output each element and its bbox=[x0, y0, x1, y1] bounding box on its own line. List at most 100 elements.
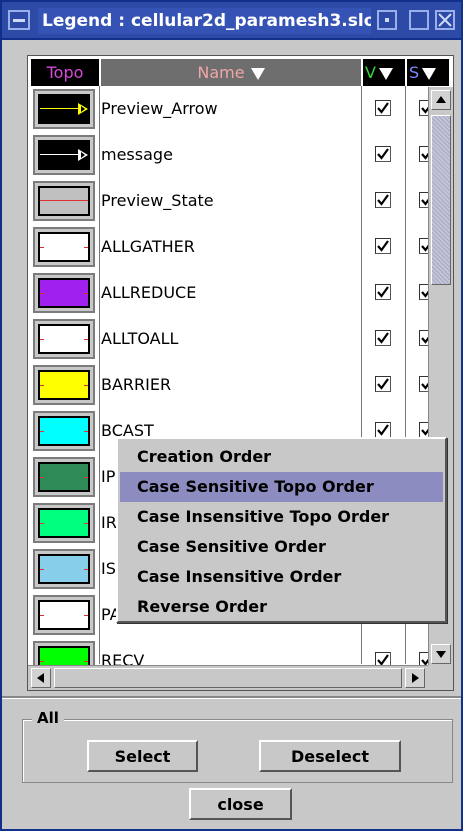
topo-swatch-fill bbox=[38, 416, 90, 446]
topo-swatch[interactable] bbox=[33, 273, 95, 313]
state-tick bbox=[40, 247, 44, 248]
state-line bbox=[40, 200, 88, 201]
state-tick bbox=[84, 247, 88, 248]
visible-checkbox[interactable] bbox=[375, 422, 391, 438]
column-header-searchable-label: S bbox=[409, 63, 420, 82]
horizontal-scroll-thumb[interactable] bbox=[54, 668, 402, 688]
topo-swatch[interactable] bbox=[33, 503, 95, 543]
topo-swatch-fill bbox=[38, 232, 90, 262]
window-menu-icon[interactable] bbox=[8, 10, 30, 30]
topo-swatch[interactable] bbox=[33, 457, 95, 497]
state-tick bbox=[40, 431, 44, 432]
visible-checkbox[interactable] bbox=[375, 192, 391, 208]
topo-swatch-fill bbox=[38, 324, 90, 354]
legend-row[interactable]: BARRIER bbox=[28, 362, 435, 408]
sort-triangle-icon bbox=[250, 67, 265, 80]
menu-item[interactable]: Case Insensitive Order bbox=[120, 562, 443, 592]
select-all-button[interactable]: Select bbox=[87, 740, 198, 772]
row-name[interactable]: BARRIER bbox=[101, 362, 171, 408]
column-header-name[interactable]: Name bbox=[101, 59, 361, 86]
topo-swatch[interactable] bbox=[33, 181, 95, 221]
topo-swatch-fill bbox=[38, 600, 90, 630]
state-tick bbox=[40, 385, 44, 386]
row-name[interactable]: ALLREDUCE bbox=[101, 270, 196, 316]
topo-swatch-fill bbox=[38, 554, 90, 584]
legend-row[interactable]: message bbox=[28, 132, 435, 178]
column-header-topo-label: Topo bbox=[46, 63, 84, 82]
scroll-up-button[interactable] bbox=[431, 90, 451, 110]
visible-checkbox[interactable] bbox=[375, 100, 391, 116]
close-button[interactable]: close bbox=[189, 788, 292, 820]
row-name[interactable]: ALLTOALL bbox=[101, 316, 178, 362]
scroll-down-button[interactable] bbox=[431, 644, 451, 664]
column-header-visible[interactable]: V bbox=[363, 59, 405, 86]
topo-swatch-fill bbox=[38, 186, 90, 216]
maximize-icon[interactable] bbox=[409, 10, 429, 30]
visible-checkbox[interactable] bbox=[375, 330, 391, 346]
visible-checkbox[interactable] bbox=[375, 376, 391, 392]
legend-window: Legend : cellular2d_paramesh3.slo Topo N… bbox=[0, 0, 463, 831]
state-tick bbox=[84, 615, 88, 616]
scroll-right-button[interactable] bbox=[405, 668, 425, 688]
column-header-topo[interactable]: Topo bbox=[31, 59, 99, 86]
topo-swatch[interactable] bbox=[33, 319, 95, 359]
menu-item[interactable]: Creation Order bbox=[120, 442, 443, 472]
topo-swatch-fill bbox=[38, 370, 90, 400]
topo-swatch[interactable] bbox=[33, 549, 95, 589]
arrow-line bbox=[40, 108, 82, 109]
topo-swatch[interactable] bbox=[33, 411, 95, 451]
divider bbox=[2, 696, 461, 699]
menu-item[interactable]: Case Insensitive Topo Order bbox=[120, 502, 443, 532]
menu-item[interactable]: Reverse Order bbox=[120, 592, 443, 622]
state-tick bbox=[84, 523, 88, 524]
minimize-icon[interactable] bbox=[377, 10, 397, 30]
horizontal-scrollbar[interactable] bbox=[28, 665, 428, 690]
close-icon[interactable] bbox=[435, 10, 455, 30]
sort-triangle-icon bbox=[378, 67, 393, 80]
menu-item[interactable]: Case Sensitive Order bbox=[120, 532, 443, 562]
row-name[interactable]: Preview_State bbox=[101, 178, 214, 224]
topo-swatch-fill bbox=[38, 94, 90, 124]
state-tick bbox=[84, 431, 88, 432]
topo-swatch[interactable] bbox=[33, 595, 95, 635]
arrowhead-hollow bbox=[81, 152, 85, 158]
state-tick bbox=[40, 339, 44, 340]
vertical-scroll-thumb[interactable] bbox=[431, 115, 451, 285]
visible-checkbox[interactable] bbox=[375, 284, 391, 300]
topo-swatch[interactable] bbox=[33, 227, 95, 267]
state-tick bbox=[84, 661, 88, 662]
state-tick bbox=[40, 477, 44, 478]
legend-row[interactable]: Preview_State bbox=[28, 178, 435, 224]
visible-checkbox[interactable] bbox=[375, 238, 391, 254]
topo-swatch-fill bbox=[38, 508, 90, 538]
state-tick bbox=[40, 661, 44, 662]
legend-row[interactable]: Preview_Arrow bbox=[28, 86, 435, 132]
legend-row[interactable]: ALLTOALL bbox=[28, 316, 435, 362]
state-tick bbox=[40, 615, 44, 616]
legend-row[interactable]: ALLGATHER bbox=[28, 224, 435, 270]
row-name[interactable]: message bbox=[101, 132, 173, 178]
sort-triangle-icon bbox=[422, 67, 437, 80]
row-name[interactable]: ALLGATHER bbox=[101, 224, 195, 270]
topo-swatch[interactable] bbox=[33, 365, 95, 405]
topo-swatch[interactable] bbox=[33, 135, 95, 175]
row-name[interactable]: Preview_Arrow bbox=[101, 86, 218, 132]
menu-item[interactable]: Case Sensitive Topo Order bbox=[120, 472, 443, 502]
scroll-corner bbox=[428, 665, 453, 690]
state-tick bbox=[84, 339, 88, 340]
topo-swatch-fill bbox=[38, 462, 90, 492]
sort-context-menu: Creation Order Case Sensitive Topo Order C… bbox=[116, 437, 447, 623]
scroll-left-button[interactable] bbox=[31, 668, 51, 688]
title-bar[interactable]: Legend : cellular2d_paramesh3.slo bbox=[2, 2, 461, 40]
legend-row[interactable]: ALLREDUCE bbox=[28, 270, 435, 316]
arrowhead-hollow bbox=[81, 106, 85, 112]
arrow-line bbox=[40, 154, 82, 155]
topo-swatch-fill bbox=[38, 140, 90, 170]
column-header-visible-label: V bbox=[365, 63, 376, 82]
topo-swatch[interactable] bbox=[33, 89, 95, 129]
deselect-all-button[interactable]: Deselect bbox=[259, 740, 401, 772]
visible-checkbox[interactable] bbox=[375, 146, 391, 162]
column-header-searchable[interactable]: S bbox=[407, 59, 449, 86]
state-tick bbox=[40, 293, 44, 294]
topo-swatch-fill bbox=[38, 278, 90, 308]
